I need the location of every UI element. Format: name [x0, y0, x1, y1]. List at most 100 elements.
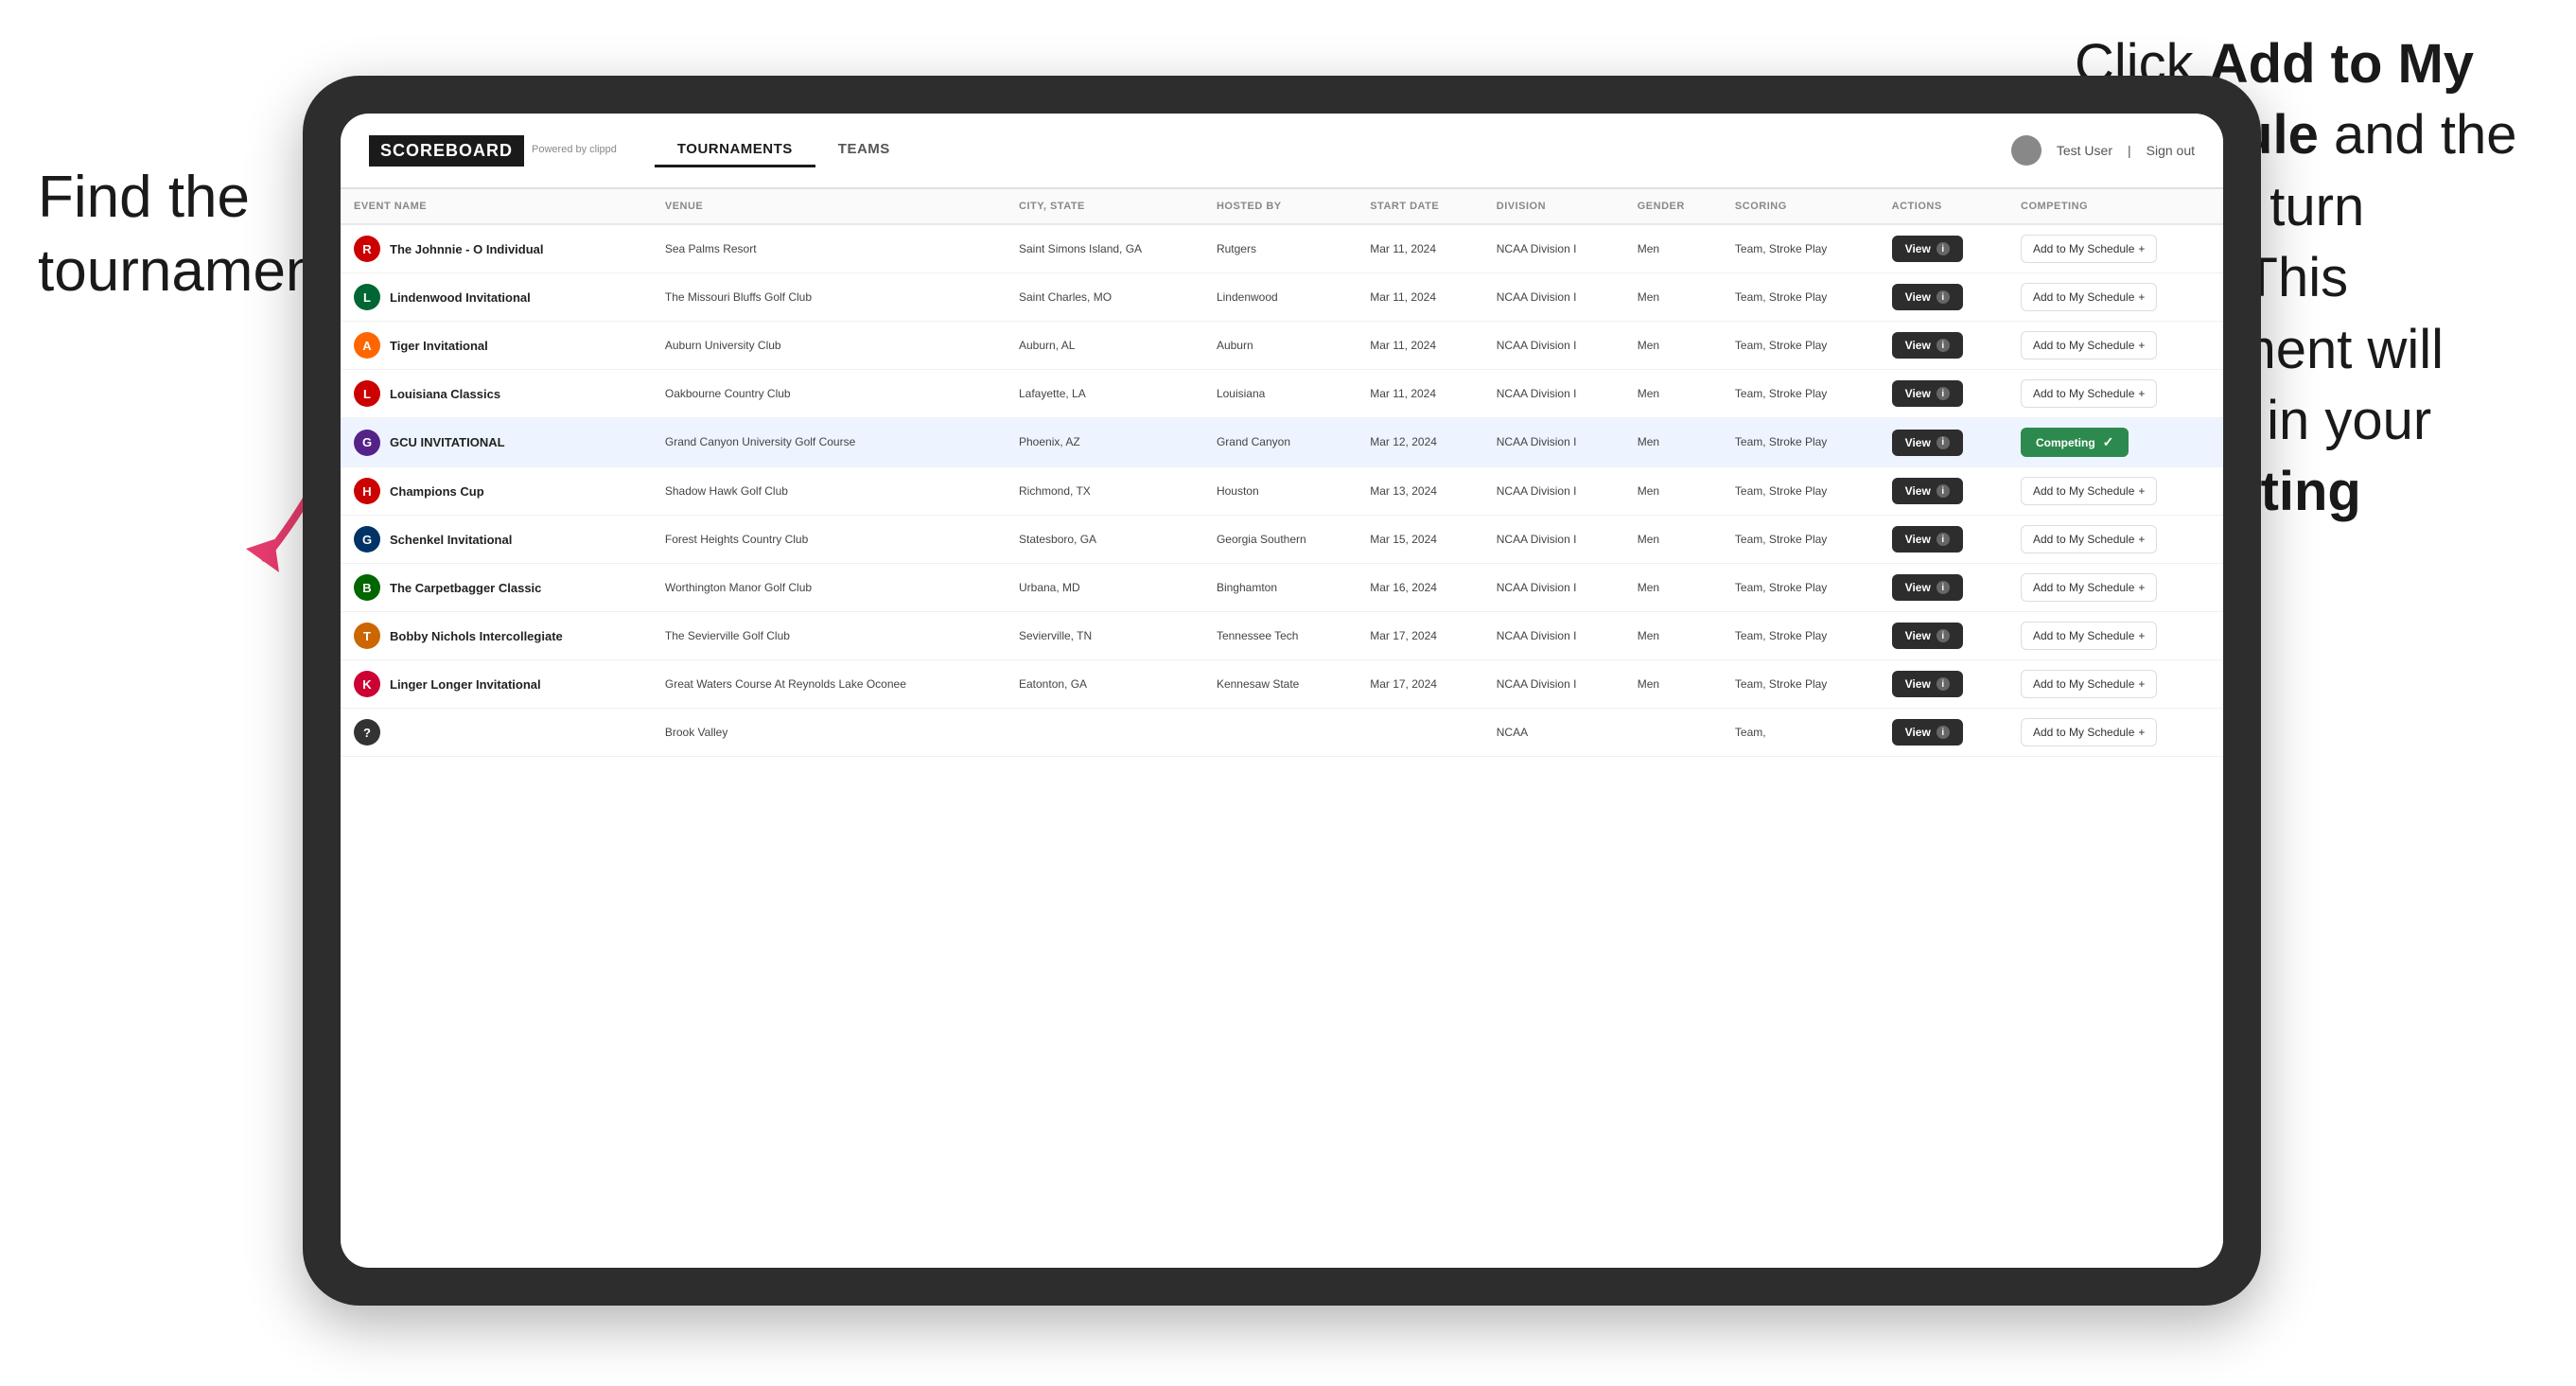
date-cell-7: Mar 15, 2024 — [1357, 516, 1483, 564]
app-logo: SCOREBOARD — [369, 135, 524, 167]
actions-cell-2: View i — [1879, 273, 2007, 322]
host-cell-9: Tennessee Tech — [1203, 612, 1357, 660]
date-cell-4: Mar 11, 2024 — [1357, 370, 1483, 418]
event-name-text-3: Tiger Invitational — [390, 339, 488, 353]
col-competing: COMPETING — [2007, 189, 2223, 224]
city-cell-7: Statesboro, GA — [1006, 516, 1203, 564]
venue-cell-3: Auburn University Club — [652, 322, 1006, 370]
team-logo-10: K — [354, 671, 380, 697]
actions-cell-10: View i — [1879, 660, 2007, 709]
col-actions: ACTIONS — [1879, 189, 2007, 224]
view-button-6[interactable]: View i — [1892, 478, 1963, 504]
competing-cell-8: Add to My Schedule + — [2007, 564, 2223, 612]
actions-cell-9: View i — [1879, 612, 2007, 660]
date-cell-6: Mar 13, 2024 — [1357, 467, 1483, 516]
competing-button-5[interactable]: Competing ✓ — [2021, 428, 2129, 457]
tab-teams[interactable]: TEAMS — [815, 133, 913, 167]
user-avatar — [2011, 135, 2042, 166]
gender-cell-3: Men — [1624, 322, 1722, 370]
competing-cell-4: Add to My Schedule + — [2007, 370, 2223, 418]
add-schedule-button-7[interactable]: Add to My Schedule + — [2021, 525, 2157, 553]
info-icon-9: i — [1936, 629, 1950, 642]
plus-icon: + — [2138, 339, 2145, 352]
info-icon-6: i — [1936, 484, 1950, 498]
col-scoring: SCORING — [1722, 189, 1879, 224]
venue-cell-2: The Missouri Bluffs Golf Club — [652, 273, 1006, 322]
tab-tournaments[interactable]: TOURNAMENTS — [655, 133, 815, 167]
add-schedule-button-9[interactable]: Add to My Schedule + — [2021, 622, 2157, 650]
plus-icon: + — [2138, 484, 2145, 498]
view-button-2[interactable]: View i — [1892, 284, 1963, 310]
event-name-text-8: The Carpetbagger Classic — [390, 581, 541, 595]
table-row: H Champions Cup Shadow Hawk Golf Club Ri… — [341, 467, 2223, 516]
competing-cell-3: Add to My Schedule + — [2007, 322, 2223, 370]
scoring-cell-7: Team, Stroke Play — [1722, 516, 1879, 564]
table-row: G GCU INVITATIONAL Grand Canyon Universi… — [341, 418, 2223, 467]
col-division: DIVISION — [1483, 189, 1624, 224]
venue-cell-7: Forest Heights Country Club — [652, 516, 1006, 564]
host-cell-11 — [1203, 709, 1357, 757]
division-cell-7: NCAA Division I — [1483, 516, 1624, 564]
team-logo-11: ? — [354, 719, 380, 746]
view-button-10[interactable]: View i — [1892, 671, 1963, 697]
app-header: SCOREBOARD Powered by clippd TOURNAMENTS… — [341, 114, 2223, 189]
scoring-cell-3: Team, Stroke Play — [1722, 322, 1879, 370]
event-name-text-10: Linger Longer Invitational — [390, 677, 541, 692]
gender-cell-1: Men — [1624, 224, 1722, 273]
event-name-cell-3: A Tiger Invitational — [341, 322, 652, 370]
table-row: K Linger Longer Invitational Great Water… — [341, 660, 2223, 709]
plus-icon: + — [2138, 629, 2145, 642]
date-cell-10: Mar 17, 2024 — [1357, 660, 1483, 709]
host-cell-10: Kennesaw State — [1203, 660, 1357, 709]
add-schedule-button-6[interactable]: Add to My Schedule + — [2021, 477, 2157, 505]
scoring-cell-11: Team, — [1722, 709, 1879, 757]
add-schedule-button-8[interactable]: Add to My Schedule + — [2021, 573, 2157, 602]
view-button-5[interactable]: View i — [1892, 430, 1963, 456]
checkmark-icon: ✓ — [2103, 434, 2114, 450]
gender-cell-7: Men — [1624, 516, 1722, 564]
table-container: EVENT NAME VENUE CITY, STATE HOSTED BY S… — [341, 189, 2223, 1268]
view-button-4[interactable]: View i — [1892, 380, 1963, 407]
team-logo-1: R — [354, 236, 380, 262]
event-name-cell-10: K Linger Longer Invitational — [341, 660, 652, 709]
actions-cell-7: View i — [1879, 516, 2007, 564]
add-schedule-button-10[interactable]: Add to My Schedule + — [2021, 670, 2157, 698]
table-row: L Lindenwood Invitational The Missouri B… — [341, 273, 2223, 322]
view-button-11[interactable]: View i — [1892, 719, 1963, 746]
view-button-9[interactable]: View i — [1892, 623, 1963, 649]
view-button-1[interactable]: View i — [1892, 236, 1963, 262]
city-cell-3: Auburn, AL — [1006, 322, 1203, 370]
add-schedule-button-3[interactable]: Add to My Schedule + — [2021, 331, 2157, 360]
add-schedule-button-4[interactable]: Add to My Schedule + — [2021, 379, 2157, 408]
view-button-8[interactable]: View i — [1892, 574, 1963, 601]
header-right: Test User | Sign out — [2011, 135, 2195, 166]
add-schedule-button-1[interactable]: Add to My Schedule + — [2021, 235, 2157, 263]
event-name-cell-2: L Lindenwood Invitational — [341, 273, 652, 322]
plus-icon: + — [2138, 677, 2145, 691]
info-icon-2: i — [1936, 290, 1950, 304]
view-button-7[interactable]: View i — [1892, 526, 1963, 553]
plus-icon: + — [2138, 726, 2145, 739]
city-cell-11 — [1006, 709, 1203, 757]
view-button-3[interactable]: View i — [1892, 332, 1963, 359]
table-row: R The Johnnie - O Individual Sea Palms R… — [341, 224, 2223, 273]
plus-icon: + — [2138, 387, 2145, 400]
add-schedule-button-11[interactable]: Add to My Schedule + — [2021, 718, 2157, 746]
plus-icon: + — [2138, 581, 2145, 594]
competing-cell-2: Add to My Schedule + — [2007, 273, 2223, 322]
team-logo-7: G — [354, 526, 380, 553]
info-icon-1: i — [1936, 242, 1950, 255]
city-cell-5: Phoenix, AZ — [1006, 418, 1203, 467]
gender-cell-11 — [1624, 709, 1722, 757]
competing-cell-11: Add to My Schedule + — [2007, 709, 2223, 757]
actions-cell-4: View i — [1879, 370, 2007, 418]
add-schedule-button-2[interactable]: Add to My Schedule + — [2021, 283, 2157, 311]
venue-cell-6: Shadow Hawk Golf Club — [652, 467, 1006, 516]
event-name-cell-5: G GCU INVITATIONAL — [341, 418, 652, 467]
team-logo-8: B — [354, 574, 380, 601]
scoring-cell-2: Team, Stroke Play — [1722, 273, 1879, 322]
sign-out-link[interactable]: Sign out — [2147, 143, 2195, 158]
info-icon-5: i — [1936, 436, 1950, 449]
actions-cell-3: View i — [1879, 322, 2007, 370]
logo-area: SCOREBOARD Powered by clippd — [369, 135, 617, 167]
